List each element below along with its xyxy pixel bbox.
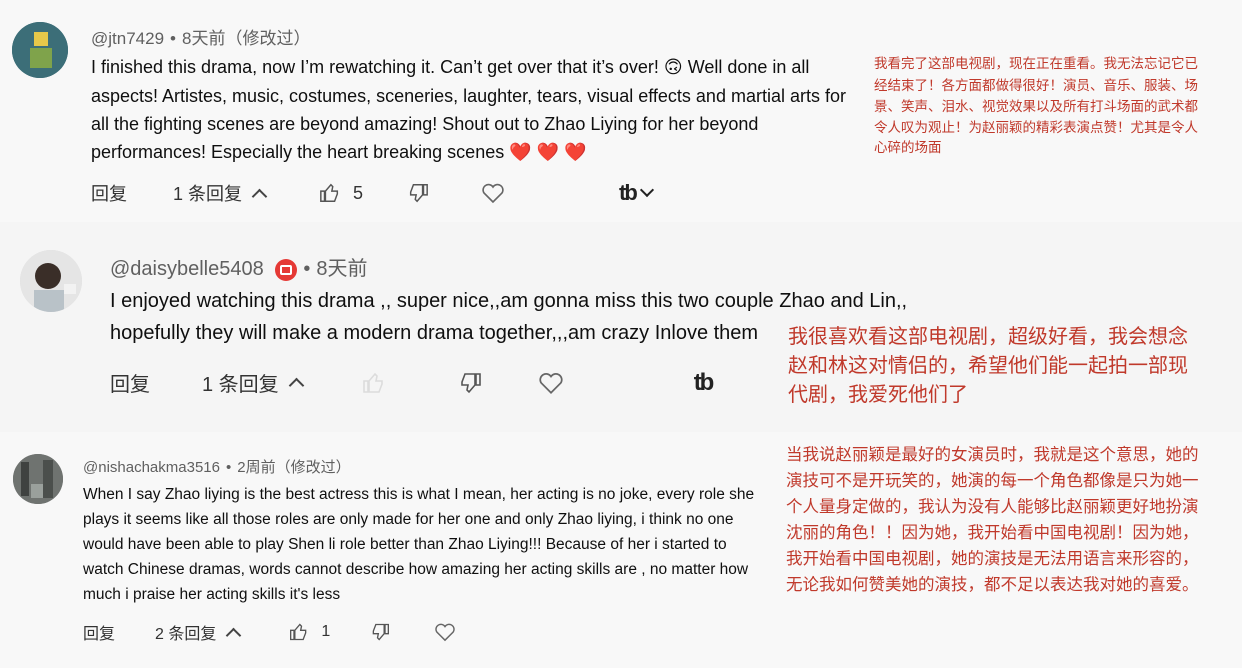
- avatar[interactable]: [12, 22, 68, 78]
- thumbs-up-icon: [362, 372, 383, 393]
- avatar-image: [13, 454, 63, 504]
- comment-line: plays it seems like all those roles are …: [83, 511, 734, 528]
- tb-logo-icon: tb: [693, 368, 715, 396]
- comment-time: 8天前（修改过）: [181, 29, 311, 48]
- comment-header: @nishachakma3516 • 2周前（修改过）: [83, 459, 351, 476]
- like-count: 5: [353, 182, 364, 203]
- comment-2: @daisybelle5408 • 8天前 I enjoyed watching …: [0, 222, 1242, 432]
- comment-line: all the fighting scenes are beyond amazi…: [91, 114, 759, 134]
- comment-actions: 回复 2 条回复 1: [83, 620, 456, 644]
- avatar-image: [20, 250, 82, 312]
- tb-logo-icon: tb: [619, 180, 638, 205]
- heart-icon: [435, 623, 455, 642]
- comment-line: much i praise her acting skills it's les…: [83, 586, 341, 603]
- comment-line: would have been able to play Shen li rol…: [83, 536, 727, 553]
- avatar-image: [12, 22, 68, 78]
- dislike-button[interactable]: [370, 622, 390, 642]
- dislike-button[interactable]: [458, 371, 482, 395]
- view-replies-button[interactable]: 1 条回复: [202, 368, 304, 397]
- comment-time: 8天前: [316, 258, 368, 280]
- like-button[interactable]: 1: [289, 622, 330, 642]
- avatar[interactable]: [20, 250, 82, 312]
- chevron-up-icon: [251, 188, 268, 204]
- thumbs-down-icon: [460, 372, 481, 393]
- avatar[interactable]: [13, 454, 63, 504]
- chevron-up-icon: [288, 377, 304, 394]
- author-name[interactable]: @jtn7429: [91, 29, 164, 48]
- comment-time: 2周前（修改过）: [237, 459, 351, 476]
- comment-line: hopefully they will make a modern drama …: [110, 322, 759, 344]
- chevron-up-icon: [226, 627, 242, 643]
- chevron-down-icon: [639, 182, 654, 198]
- comment-line: I enjoyed watching this drama ,, super n…: [110, 290, 908, 312]
- heart-button[interactable]: [434, 622, 456, 642]
- view-replies-button[interactable]: 1 条回复: [173, 180, 268, 206]
- author-name[interactable]: @nishachakma3516: [83, 459, 220, 476]
- thumbs-up-icon: [290, 623, 307, 641]
- comment-header: @daisybelle5408 • 8天前: [110, 258, 368, 281]
- comment-actions: 回复 1 条回复 tb: [110, 368, 715, 397]
- heart-icon: [482, 183, 504, 204]
- comment-line: watch Chinese dramas, words cannot descr…: [83, 561, 749, 578]
- dislike-button[interactable]: [407, 182, 429, 204]
- comment-3: @nishachakma3516 • 2周前（修改过） When I say Zha…: [0, 432, 1242, 668]
- reply-count: 1 条回复: [173, 184, 243, 204]
- comment-header: @jtn7429 • 8天前（修改过）: [91, 29, 311, 48]
- comment-line: performances! Especially the heart break…: [91, 142, 587, 162]
- view-replies-button[interactable]: 2 条回复: [155, 620, 242, 644]
- author-name[interactable]: @daisybelle5408: [110, 258, 264, 280]
- comment-line: aspects! Artistes, music, costumes, scen…: [91, 86, 846, 106]
- comment-actions: 回复 1 条回复 5 tb: [91, 180, 654, 206]
- reply-count: 1 条回复: [202, 374, 279, 396]
- heart-button[interactable]: [538, 371, 564, 395]
- reply-button[interactable]: 回复: [91, 180, 127, 206]
- reply-button[interactable]: 回复: [83, 620, 115, 644]
- reply-count: 2 条回复: [155, 626, 217, 643]
- comment-line: When I say Zhao liying is the best actre…: [83, 486, 755, 503]
- translate-button[interactable]: tb: [693, 368, 715, 397]
- thumbs-up-icon: [320, 183, 339, 202]
- heart-icon: [539, 372, 563, 394]
- translate-button[interactable]: tb: [619, 180, 654, 206]
- like-count: 1: [321, 623, 331, 640]
- heart-button[interactable]: [481, 182, 505, 204]
- like-button[interactable]: [362, 371, 386, 395]
- verified-badge-icon: [275, 258, 298, 281]
- comment-line: I finished this drama, now I’m rewatchin…: [91, 57, 810, 77]
- comment-1: @jtn7429 • 8天前（修改过） I finished this drama,…: [0, 0, 1242, 222]
- thumbs-down-icon: [409, 184, 428, 203]
- thumbs-down-icon: [372, 623, 390, 641]
- reply-button[interactable]: 回复: [110, 368, 150, 397]
- like-button[interactable]: 5: [319, 182, 363, 204]
